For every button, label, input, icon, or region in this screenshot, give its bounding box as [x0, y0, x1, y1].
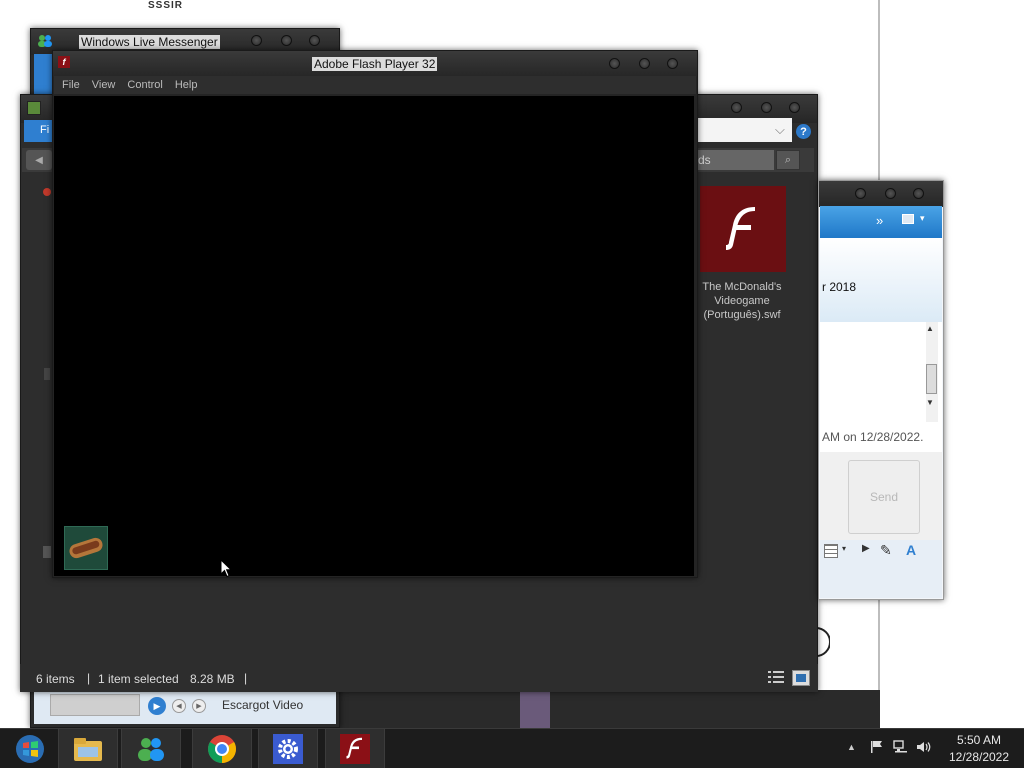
- taskbar-chrome[interactable]: [192, 729, 252, 768]
- previous-icon[interactable]: ◀: [172, 699, 186, 713]
- status-item-count: 6 items: [36, 672, 75, 686]
- flash-stage[interactable]: [54, 96, 694, 576]
- flash-minimize-button[interactable]: [609, 58, 620, 69]
- messenger-video-thumb[interactable]: [50, 694, 140, 716]
- flash-maximize-button[interactable]: [639, 58, 650, 69]
- hotdog-game-icon[interactable]: [64, 526, 108, 570]
- menu-file[interactable]: File: [62, 76, 80, 94]
- explorer-close-button[interactable]: [789, 102, 800, 113]
- chat-bottom-bar: [820, 564, 942, 598]
- menu-help[interactable]: Help: [175, 76, 198, 94]
- messenger-side-accent: [34, 54, 54, 94]
- chat-scrollbar[interactable]: ▲ ▼: [926, 322, 938, 422]
- messenger-close-button[interactable]: [309, 35, 320, 46]
- status-selected-count: 1 item selected: [98, 672, 179, 686]
- explorer-nav-red-dot-icon: [43, 188, 51, 196]
- messenger-bottom-bar: ▶ ◀ ▶ Escargot Video: [34, 690, 336, 724]
- flash-logo-icon: [340, 733, 370, 764]
- chevron-down-icon[interactable]: ▾: [842, 544, 846, 553]
- messenger-title: Windows Live Messenger: [79, 35, 220, 49]
- flash-player-title: Adobe Flash Player 32: [312, 57, 438, 71]
- explorer-sidebar-item-icon: [43, 546, 51, 558]
- tray-expand-icon[interactable]: ▲: [847, 742, 856, 752]
- chat-menu-icon[interactable]: [902, 214, 914, 224]
- flash-close-button[interactable]: [667, 58, 678, 69]
- chat-titlebar[interactable]: [819, 181, 943, 207]
- explorer-maximize-button[interactable]: [761, 102, 772, 113]
- menu-control[interactable]: Control: [127, 76, 162, 94]
- explorer-sidebar-handle[interactable]: [44, 368, 50, 380]
- table-icon[interactable]: [824, 544, 838, 558]
- flash-menu-bar: File View Control Help: [54, 76, 696, 94]
- chevron-down-icon[interactable]: ▾: [920, 213, 925, 224]
- chat-close-button[interactable]: [913, 188, 924, 199]
- status-selected-size: 8.28 MB: [190, 672, 235, 686]
- volume-icon[interactable]: [916, 740, 932, 754]
- folder-icon: [74, 737, 102, 761]
- explorer-window-icon: [27, 101, 41, 115]
- explorer-file-tab[interactable]: Fi: [24, 120, 54, 142]
- gear-icon: [273, 733, 303, 764]
- scroll-thumb[interactable]: [926, 364, 937, 394]
- chat-minimize-button[interactable]: [855, 188, 866, 199]
- flash-player-titlebar[interactable]: Adobe Flash Player 32: [53, 51, 697, 77]
- details-view-icon[interactable]: [768, 670, 784, 684]
- search-icon[interactable]: ⌕: [776, 150, 800, 170]
- taskbar-file-explorer[interactable]: [58, 729, 118, 768]
- help-icon[interactable]: ?: [796, 124, 811, 139]
- arrow-right-icon[interactable]: ▶: [862, 543, 870, 554]
- chat-toolbar: » ▾: [820, 206, 942, 238]
- action-center-flag-icon[interactable]: [870, 740, 884, 754]
- font-icon[interactable]: A: [906, 542, 916, 558]
- chat-message-timestamp: AM on 12/28/2022.: [822, 430, 924, 444]
- status-separator: |: [87, 671, 91, 685]
- taskbar-flash-player[interactable]: [325, 729, 385, 768]
- messenger-bottom-label: Escargot Video: [222, 698, 304, 712]
- mouse-cursor-icon: [220, 559, 232, 578]
- background-doc-text: SSSIR: [148, 0, 184, 11]
- hotdog-icon: [69, 537, 103, 559]
- flash-app-icon: f: [58, 56, 70, 68]
- clock-date[interactable]: 12/28/2022: [940, 750, 1018, 764]
- chevron-down-icon[interactable]: ⌵: [775, 122, 785, 138]
- chat-format-toolbar: ▾ ▶ ✎ A: [820, 540, 942, 564]
- explorer-minimize-button[interactable]: [731, 102, 742, 113]
- chat-header-date: r 2018: [822, 280, 857, 294]
- start-button[interactable]: [0, 729, 60, 768]
- chat-maximize-button[interactable]: [885, 188, 896, 199]
- flash-logo-icon: [726, 207, 755, 250]
- chrome-icon: [208, 734, 236, 763]
- status-separator: |: [244, 671, 248, 685]
- messenger-maximize-button[interactable]: [281, 35, 292, 46]
- scroll-down-icon[interactable]: ▼: [926, 398, 934, 407]
- pen-icon[interactable]: ✎: [880, 542, 892, 559]
- taskbar-settings[interactable]: [258, 729, 318, 768]
- background-bottom-accent: [520, 690, 550, 728]
- messenger-buddy-icon: [38, 35, 52, 47]
- menu-view[interactable]: View: [92, 76, 116, 94]
- send-button[interactable]: Send: [848, 460, 920, 534]
- windows-start-icon: [16, 734, 44, 763]
- background-bottom-panel: [340, 690, 880, 728]
- toolbar-more-button[interactable]: »: [876, 213, 883, 228]
- large-icons-view-icon[interactable]: [792, 670, 810, 686]
- messenger-buddy-icon: [138, 737, 164, 761]
- clock-time[interactable]: 5:50 AM: [944, 733, 1014, 747]
- play-icon[interactable]: ▶: [148, 697, 166, 715]
- messenger-minimize-button[interactable]: [251, 35, 262, 46]
- taskbar-messenger[interactable]: [121, 729, 181, 768]
- network-icon[interactable]: [893, 740, 909, 754]
- swf-file-name[interactable]: The McDonald's Videogame (Português).swf: [692, 280, 792, 322]
- next-icon[interactable]: ▶: [192, 699, 206, 713]
- scroll-up-icon[interactable]: ▲: [926, 324, 934, 333]
- back-button[interactable]: ◀: [26, 150, 52, 170]
- swf-file-icon[interactable]: [700, 186, 786, 272]
- search-input[interactable]: ds: [696, 150, 774, 170]
